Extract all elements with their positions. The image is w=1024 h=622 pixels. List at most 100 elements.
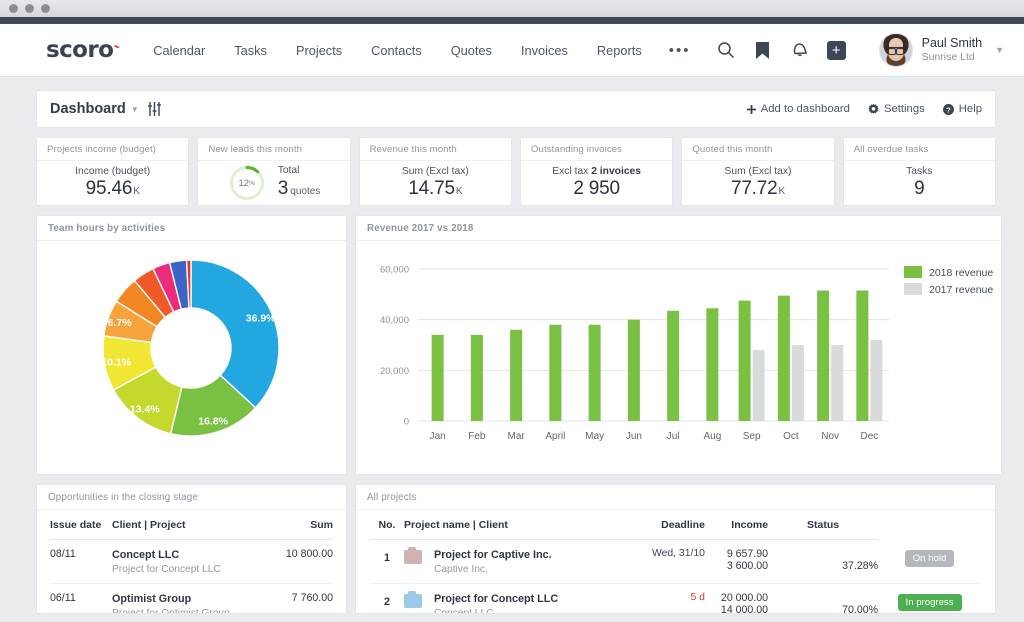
column-header[interactable]: Deadline [651,510,705,540]
bell-icon[interactable] [790,40,810,60]
window-close-button[interactable] [9,4,18,13]
kpi-card-title: New leads this month [198,138,350,161]
project-name-cell: Project for Captive Inc. Captive Inc. [404,539,652,585]
legend-swatch [904,283,922,295]
y-axis-tick-label: 40,000 [380,315,409,326]
kpi-card[interactable]: Projects income (budget) Income (budget) 9… [36,137,190,206]
table-row[interactable]: 06/11 Optimist Group Project for Optimist … [50,583,333,613]
revenue-widget: Revenue 2017 vs 2018 0 20,000 40,000 60,000… [355,215,1002,475]
scoro-logo[interactable]: scoro [46,37,120,63]
table-row[interactable]: 1 Project for Captive Inc. Captive Inc. Wed… [370,539,981,585]
bar-chart[interactable]: 0 20,000 40,000 60,000 Jan Feb Mar April May Jun J… [356,241,1001,459]
client-project-cell: Concept LLC Project for Concept LLC [112,539,286,585]
main-navigation: Calendar Tasks Projects Contacts Quotes … [151,39,690,62]
user-menu[interactable]: Paul Smith Sunrise Ltd ▼ [878,33,1004,67]
bar[interactable] [752,350,765,421]
column-header[interactable]: Sum [285,510,333,540]
income-percent-cell: 70.00% [768,583,879,613]
client-project-cell: Optimist Group Project for Optimist Group [112,583,286,613]
settings-label: Settings [883,103,925,115]
nav-link-reports[interactable]: Reports [595,39,644,62]
bar[interactable] [817,290,830,421]
donut-chart[interactable]: 36.9% 16.8% 13.4% 10.1% 6.7% [37,241,346,459]
kpi-sub-label: Sum (Excl tax) [724,166,792,178]
project-title: Project for Captive Inc. [434,549,552,561]
kpi-card[interactable]: New leads this month 12% Total 3 quotes [197,137,351,206]
bar[interactable] [431,334,444,421]
column-header[interactable]: Status [768,510,879,540]
income-top: 20 000.00 [720,592,769,605]
bar[interactable] [510,329,523,421]
project-name-cell: Project for Concept LLC Concept LLC [404,583,652,613]
nav-link-tasks[interactable]: Tasks [232,39,269,62]
bar[interactable] [777,295,790,421]
svg-text:?: ? [946,105,951,114]
bar[interactable] [831,345,844,421]
search-icon[interactable] [716,40,736,60]
project-color-swatch-icon [404,591,422,609]
deadline-cell: 5 d [651,583,705,613]
bar[interactable] [856,290,869,421]
app-shell: scoro Calendar Tasks Projects Contacts Q… [0,24,1024,622]
nav-link-invoices[interactable]: Invoices [519,39,570,62]
status-cell: On hold [878,539,981,585]
bar[interactable] [706,308,719,421]
status-badge[interactable]: In progress [897,594,962,612]
donut-segment-label: 16.8% [198,416,228,428]
nav-link-contacts[interactable]: Contacts [369,39,424,62]
column-header[interactable]: Client | Project [112,510,286,540]
column-header[interactable]: Issue date [50,510,112,540]
status-badge[interactable]: On hold [904,549,955,567]
kpi-sub-label: Sum (Excl tax) [401,166,469,178]
logo-tick-icon [114,37,122,48]
bar[interactable] [588,324,601,421]
leads-gauge: 12% [228,164,266,202]
nav-link-projects[interactable]: Projects [294,39,344,62]
kpi-card[interactable]: Outstanding invoices Excl tax 2 invoices 2… [519,137,674,206]
x-axis-tick-label: Oct [783,431,799,442]
logo-text: scoro [46,37,114,63]
column-header[interactable]: Project name | Client [404,510,652,540]
table-row[interactable]: 2 Project for Concept LLC Concept LLC 5 d 20… [370,583,981,613]
status-cell: In progress [878,583,981,613]
legend-swatch [904,266,922,278]
plus-icon[interactable]: + [826,40,846,60]
nav-link-quotes[interactable]: Quotes [449,39,494,62]
bar[interactable] [791,345,804,421]
bar[interactable] [549,324,562,421]
kpi-sub-label: Total [277,165,300,177]
x-axis-tick-label: April [545,431,565,442]
column-header[interactable]: Income [704,510,769,540]
help-button[interactable]: ? Help [942,103,982,115]
bar[interactable] [738,300,751,421]
table-row[interactable]: 08/11 Concept LLC Project for Concept LLC 1… [50,539,333,585]
window-maximize-button[interactable] [41,4,50,13]
add-to-dashboard-button[interactable]: Add to dashboard [746,103,850,115]
project-client: Captive Inc. [434,563,488,575]
bar[interactable] [627,319,640,421]
bookmark-icon[interactable] [753,40,773,60]
x-axis-tick-label: Jul [667,431,680,442]
column-header[interactable]: No. [370,510,404,540]
kpi-card-title: Revenue this month [359,138,511,161]
kpi-card[interactable]: Quoted this month Sum (Excl tax) 77.72K [681,137,835,206]
x-axis-tick-label: Jan [430,431,446,442]
x-axis-tick-label: Mar [508,431,526,442]
kpi-card-body: 12% Total 3 quotes [198,161,349,205]
bar[interactable] [870,339,883,421]
kpi-card[interactable]: All overdue tasks Tasks 9 [842,137,996,206]
kpi-card[interactable]: Revenue this month Sum (Excl tax) 14.75K [358,137,512,206]
kpi-card-title: Outstanding invoices [520,138,673,161]
window-minimize-button[interactable] [25,4,34,13]
kpi-card-title: All overdue tasks [843,138,995,161]
user-name: Paul Smith [921,35,983,50]
nav-link-calendar[interactable]: Calendar [151,39,207,62]
settings-button[interactable]: Settings [868,103,925,115]
nav-more-icon[interactable]: ••• [669,42,691,59]
window-dark-strip [0,17,1024,24]
revenue-title: Revenue 2017 vs 2018 [356,216,1001,241]
dashboard-dropdown-icon[interactable]: ▼ [131,105,139,114]
bar[interactable] [470,334,483,421]
filter-sliders-icon[interactable] [147,102,162,116]
bar[interactable] [667,310,680,421]
